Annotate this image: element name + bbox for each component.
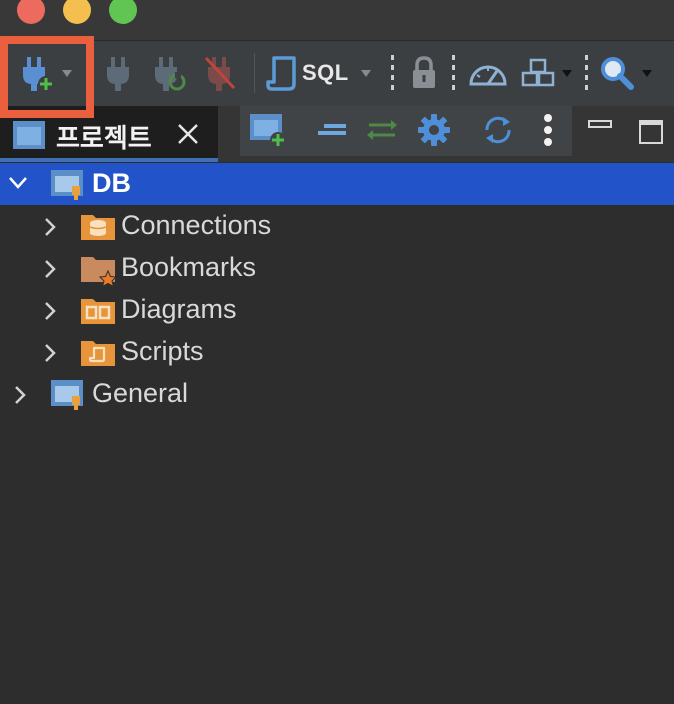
collapse-icon (316, 123, 348, 142)
new-project-button[interactable] (246, 110, 290, 154)
project-view-icon (12, 120, 46, 155)
toolbar-separator (254, 53, 255, 93)
transaction-mode-button[interactable] (406, 49, 442, 97)
app-window: SQL 프로젝트 DB Connections Bookmarks Diagra… (0, 0, 674, 704)
close-window-button[interactable] (17, 0, 45, 24)
collapse-all-button[interactable] (312, 110, 352, 154)
chevron-right-icon[interactable] (42, 343, 58, 368)
chevron-down-icon[interactable] (8, 175, 28, 196)
bookmark-folder-icon (80, 253, 118, 292)
speedometer-icon (468, 58, 508, 88)
close-icon[interactable] (176, 122, 200, 151)
boxes-icon (520, 57, 556, 89)
project-tree: DB Connections Bookmarks Diagrams Script… (0, 162, 674, 704)
tree-item-diagrams[interactable]: Diagrams (0, 289, 674, 331)
more-options-button[interactable] (532, 110, 564, 154)
settings-button[interactable] (412, 110, 456, 154)
chevron-right-icon[interactable] (42, 259, 58, 284)
toolbar-grip (585, 55, 588, 91)
tree-item-label: Scripts (121, 336, 204, 366)
highlight-annotation (0, 36, 94, 118)
tasks-button[interactable] (520, 49, 582, 97)
refresh-button[interactable] (476, 110, 520, 154)
plug-disconnect-icon (204, 54, 236, 92)
view-toolbar (240, 106, 572, 156)
connect-button[interactable] (100, 49, 136, 97)
chevron-right-icon[interactable] (42, 301, 58, 326)
reconnect-button[interactable] (152, 49, 188, 97)
sql-editor-button[interactable]: SQL (266, 49, 384, 97)
more-icon (543, 113, 553, 152)
tree-item-db[interactable]: DB (0, 163, 674, 205)
tree-item-bookmarks[interactable]: Bookmarks (0, 247, 674, 289)
lock-icon (409, 55, 439, 91)
refresh-icon (481, 113, 515, 152)
tree-item-general[interactable]: General (0, 373, 674, 415)
search-icon (600, 56, 634, 90)
chevron-down-icon (562, 69, 572, 77)
maximize-view-button[interactable] (639, 120, 663, 144)
plug-refresh-icon (153, 54, 187, 92)
chevron-down-icon (642, 69, 652, 77)
script-folder-icon (80, 337, 116, 372)
database-folder-icon (80, 211, 116, 246)
chevron-right-icon[interactable] (42, 217, 58, 242)
sql-label: SQL (302, 60, 349, 85)
tree-item-label: DB (92, 168, 131, 198)
settings-icon (416, 112, 452, 153)
chevron-down-icon (360, 69, 371, 77)
new-project-icon (248, 112, 288, 153)
main-toolbar: SQL (0, 40, 674, 107)
minimize-window-button[interactable] (63, 0, 91, 24)
disconnect-button[interactable] (202, 49, 238, 97)
tab-project-label: 프로젝트 (56, 123, 152, 153)
zoom-window-button[interactable] (109, 0, 137, 24)
link-editor-button[interactable] (360, 110, 404, 154)
plug-icon (103, 54, 133, 92)
project-icon (50, 379, 86, 416)
minimize-view-button[interactable] (588, 120, 612, 128)
diagram-folder-icon (80, 295, 116, 330)
search-button[interactable] (600, 49, 662, 97)
tree-item-connections[interactable]: Connections (0, 205, 674, 247)
tree-item-label: Connections (121, 210, 272, 240)
project-icon (50, 169, 86, 206)
sql-script-icon (266, 54, 298, 92)
tree-item-label: Diagrams (121, 294, 237, 324)
toolbar-grip (391, 55, 394, 91)
view-tab-strip: 프로젝트 (0, 106, 674, 162)
tree-item-scripts[interactable]: Scripts (0, 331, 674, 373)
tree-item-label: Bookmarks (121, 252, 257, 282)
tree-item-label: General (92, 378, 189, 408)
chevron-right-icon[interactable] (12, 385, 28, 410)
dashboard-button[interactable] (466, 49, 510, 97)
toolbar-grip (452, 55, 455, 91)
link-editor-icon (363, 118, 401, 147)
title-bar (0, 0, 674, 40)
